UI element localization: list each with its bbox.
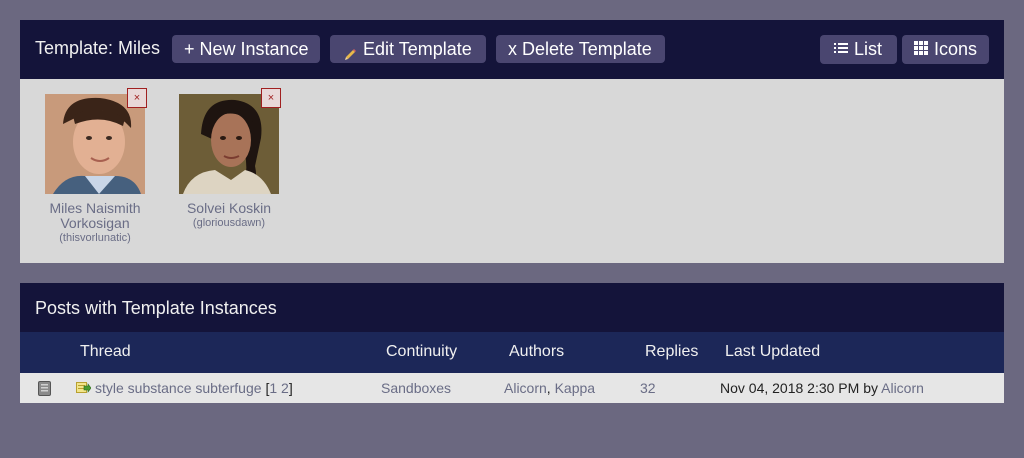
edit-template-button[interactable]: Edit Template	[330, 35, 486, 63]
table-row: style substance subterfuge [1 2] Sandbox…	[20, 373, 1004, 403]
page-bracket-close: ]	[288, 380, 293, 396]
delete-template-button[interactable]: x Delete Template	[496, 35, 665, 63]
authors-cell: Alicorn, Kappa	[504, 380, 595, 396]
new-instance-button[interactable]: + New Instance	[172, 35, 320, 63]
posts-header: Posts with Template Instances	[20, 283, 1004, 332]
character-handle[interactable]: (gloriousdawn)	[159, 217, 299, 229]
icons-view-button[interactable]: Icons	[902, 35, 989, 64]
updated-author-link[interactable]: Alicorn	[881, 380, 924, 396]
avatar[interactable]	[45, 94, 145, 194]
list-icon	[834, 43, 848, 54]
column-continuity: Continuity	[386, 343, 458, 360]
character-name[interactable]: Solvei Koskin	[159, 201, 299, 216]
character-card: × Solvei Koskin (gloriousdawn)	[159, 88, 299, 229]
author-separator: ,	[546, 380, 551, 396]
remove-instance-button[interactable]: ×	[261, 88, 281, 108]
template-header: Template: Miles + New Instance Edit Temp…	[20, 20, 1004, 79]
author-link[interactable]: Alicorn	[504, 380, 547, 396]
grid-icon	[914, 41, 928, 56]
page-link-1[interactable]: 1	[269, 380, 277, 396]
table-header: Thread Continuity Authors Replies Last U…	[20, 332, 1004, 373]
updated-by-label: by	[863, 380, 878, 396]
page-link-2[interactable]: 2	[281, 380, 289, 396]
list-view-label: List	[854, 39, 883, 59]
new-posts-icon[interactable]	[76, 380, 92, 397]
posts-panel: Posts with Template Instances Thread Con…	[20, 283, 1004, 403]
thread-link[interactable]: style substance subterfuge	[95, 380, 262, 396]
thread-cell: style substance subterfuge [1 2]	[76, 380, 293, 398]
pencil-icon	[344, 41, 357, 60]
character-avatar-wrap: ×	[179, 88, 281, 194]
updated-timestamp: Nov 04, 2018 2:30 PM	[720, 380, 860, 396]
template-title: Template: Miles	[35, 38, 161, 58]
list-view-button[interactable]: List	[820, 35, 897, 64]
last-updated-cell: Nov 04, 2018 2:30 PM by Alicorn	[720, 380, 924, 396]
icons-view-label: Icons	[934, 39, 978, 59]
edit-template-label: Edit Template	[363, 39, 472, 59]
continuity-link[interactable]: Sandboxes	[381, 380, 451, 396]
column-thread: Thread	[80, 343, 131, 360]
template-panel: Template: Miles + New Instance Edit Temp…	[20, 20, 1004, 263]
replies-count: 32	[640, 380, 656, 396]
character-handle[interactable]: (thisvorlunatic)	[25, 232, 165, 244]
character-card: × Miles Naismith Vorkosigan (thisvorluna…	[25, 88, 165, 244]
author-link[interactable]: Kappa	[555, 380, 595, 396]
avatar[interactable]	[179, 94, 279, 194]
column-authors: Authors	[509, 343, 565, 360]
posts-title: Posts with Template Instances	[35, 298, 277, 318]
character-name[interactable]: Miles Naismith Vorkosigan	[25, 201, 165, 231]
remove-instance-button[interactable]: ×	[127, 88, 147, 108]
column-replies: Replies	[645, 343, 699, 360]
book-icon[interactable]	[38, 381, 51, 399]
column-last-updated: Last Updated	[725, 343, 821, 360]
character-avatar-wrap: ×	[45, 88, 147, 194]
